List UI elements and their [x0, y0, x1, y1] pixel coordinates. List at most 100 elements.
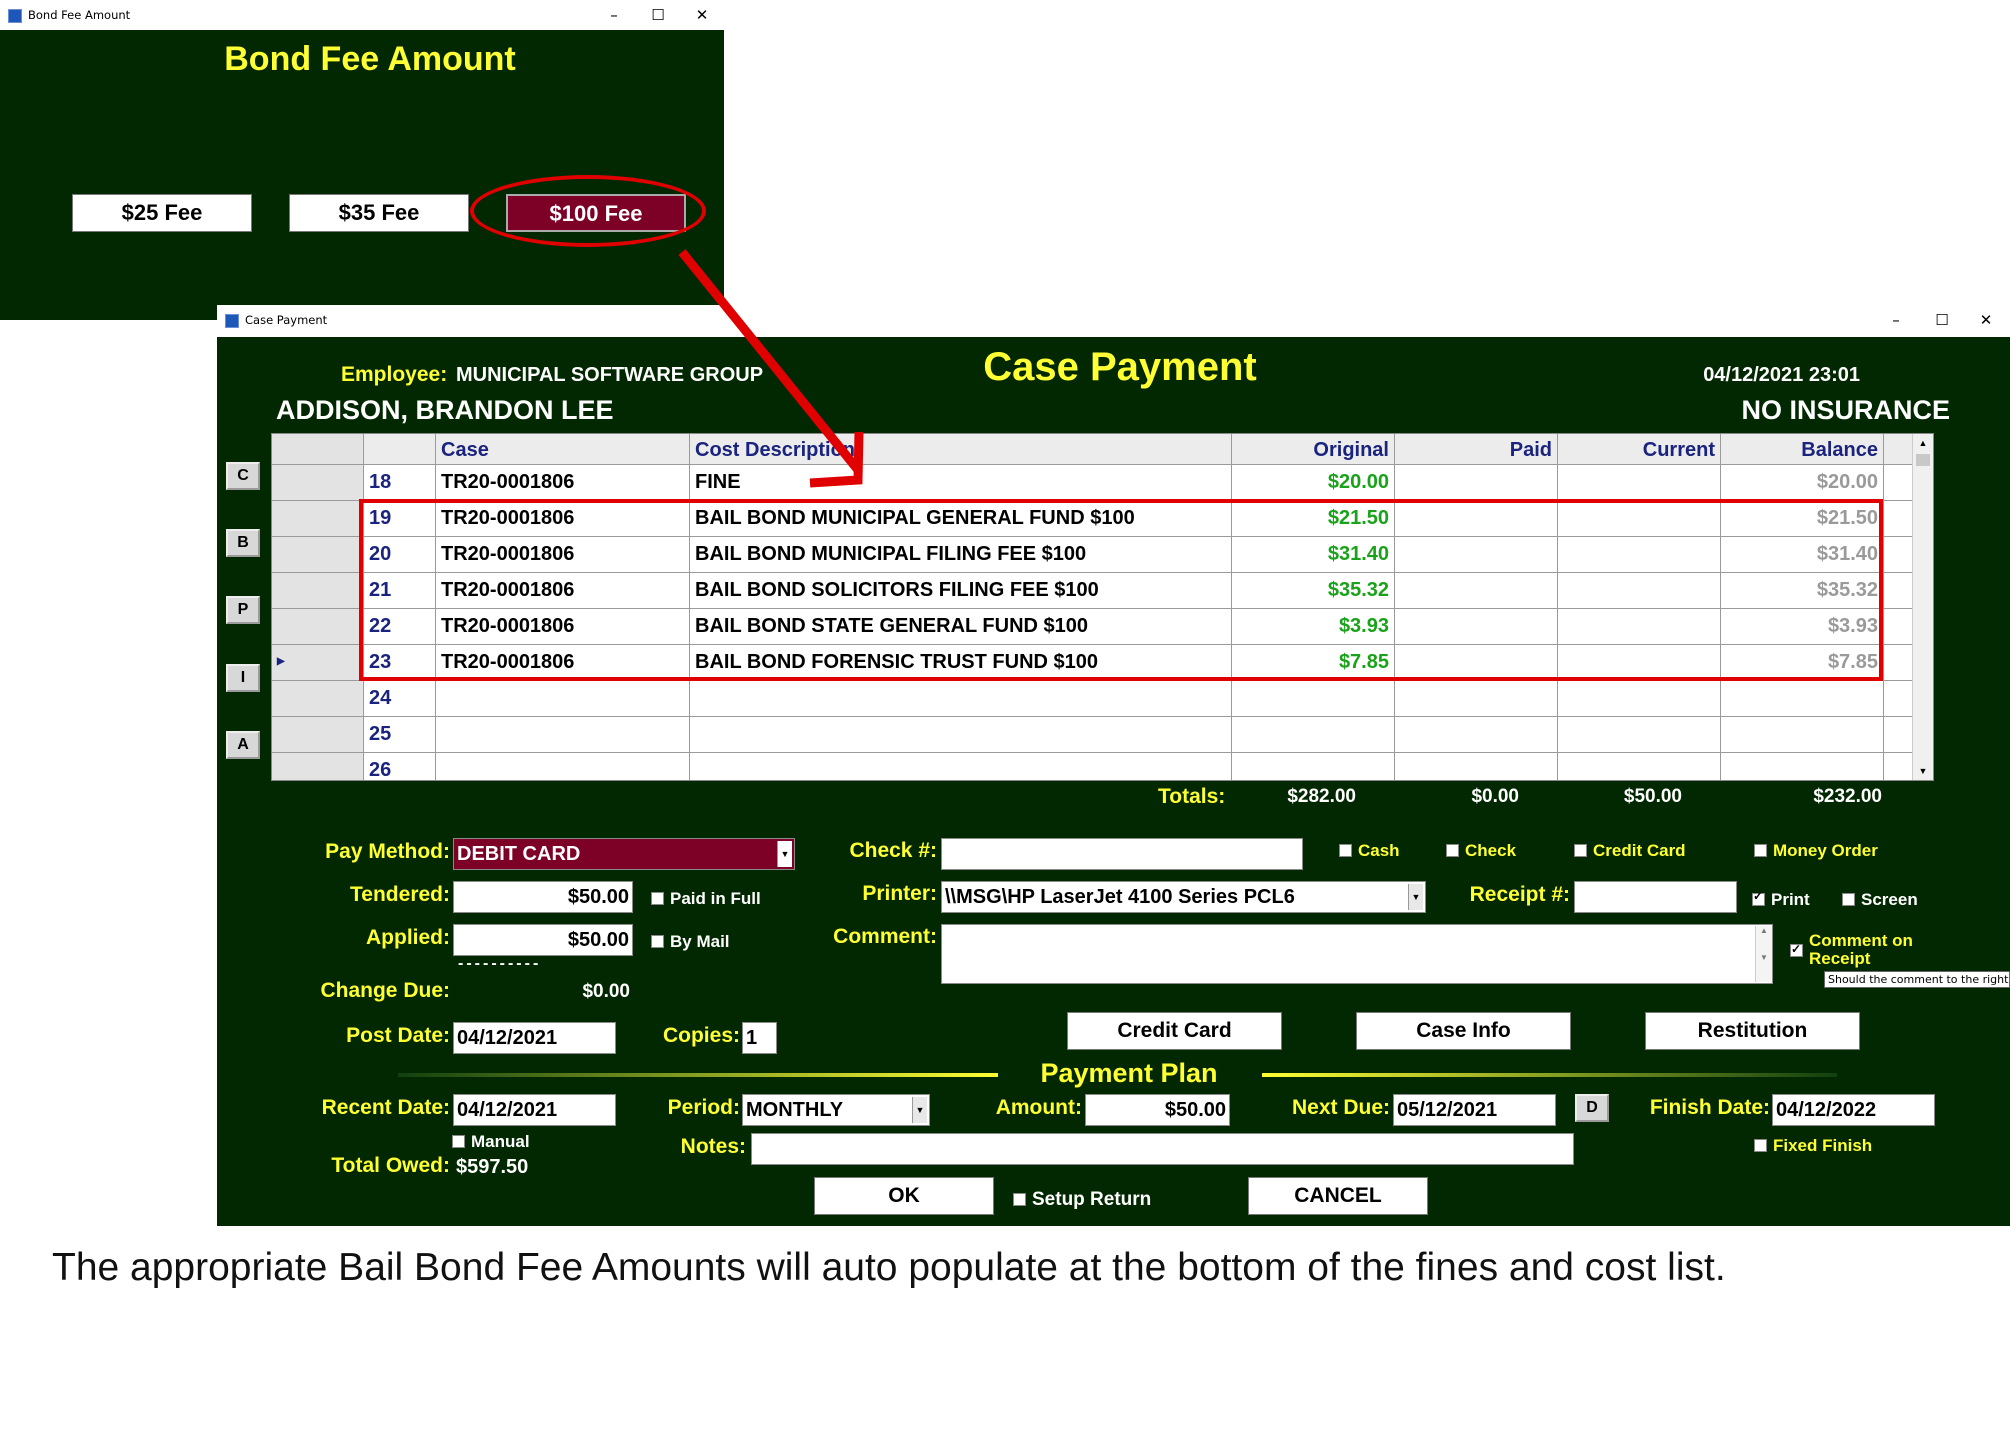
post-date-input[interactable]: 04/12/2021 — [453, 1022, 616, 1054]
original-header[interactable]: Original — [1232, 434, 1395, 464]
screen-checkbox[interactable]: Screen — [1842, 890, 1918, 910]
description-cell[interactable] — [690, 681, 1232, 716]
table-row[interactable]: 26 — [272, 753, 1912, 780]
current-cell[interactable] — [1558, 465, 1721, 500]
fee-35-button[interactable]: $35 Fee — [289, 194, 469, 232]
amount-input[interactable]: $50.00 — [1085, 1094, 1230, 1126]
checkbox-box[interactable] — [1446, 844, 1459, 857]
close-icon[interactable]: ✕ — [1964, 305, 2008, 335]
current-cell[interactable] — [1558, 717, 1721, 752]
comment-input[interactable] — [941, 924, 1773, 984]
case-header[interactable]: Case — [436, 434, 690, 464]
side-button-c[interactable]: C — [226, 462, 260, 490]
case-info-button[interactable]: Case Info — [1356, 1012, 1571, 1050]
row-number[interactable]: 25 — [364, 717, 436, 752]
comment-scrollbar[interactable]: ▲ ▼ — [1755, 926, 1772, 982]
checkbox-box[interactable] — [1754, 844, 1767, 857]
table-row[interactable]: 18 TR20-0001806 FINE $20.00 $20.00 — [272, 465, 1912, 501]
cancel-button[interactable]: CANCEL — [1248, 1177, 1428, 1215]
print-checkbox[interactable]: Print — [1752, 889, 1810, 910]
next-due-input[interactable]: 05/12/2021 — [1393, 1094, 1556, 1126]
checkbox-box[interactable] — [452, 1135, 465, 1148]
case-cell[interactable] — [436, 681, 690, 716]
paid-cell[interactable] — [1395, 681, 1558, 716]
fee-25-button[interactable]: $25 Fee — [72, 194, 252, 232]
table-row[interactable]: 24 — [272, 681, 1912, 717]
checkbox-box[interactable] — [651, 892, 664, 905]
row-selector[interactable] — [272, 681, 364, 716]
period-select[interactable]: MONTHLY ▼ — [742, 1094, 930, 1126]
maximize-icon[interactable]: ☐ — [1920, 305, 1964, 335]
description-cell[interactable] — [690, 753, 1232, 780]
checkbox-box[interactable] — [1013, 1193, 1026, 1206]
case-cell[interactable] — [436, 753, 690, 780]
credit-card-checkbox[interactable]: Credit Card — [1574, 841, 1686, 861]
balance-header[interactable]: Balance — [1721, 434, 1884, 464]
side-button-p[interactable]: P — [226, 596, 260, 624]
current-row-marker-icon[interactable]: ▶ — [272, 645, 364, 680]
description-cell[interactable] — [690, 717, 1232, 752]
d-button[interactable]: D — [1575, 1094, 1609, 1122]
table-row[interactable]: 25 — [272, 717, 1912, 753]
current-header[interactable]: Current — [1558, 434, 1721, 464]
maximize-icon[interactable]: ☐ — [636, 0, 680, 30]
row-selector[interactable] — [272, 717, 364, 752]
row-selector[interactable] — [272, 537, 364, 572]
checkbox-box[interactable] — [1790, 940, 1803, 958]
scroll-up-icon[interactable]: ▲ — [1913, 434, 1933, 452]
chevron-down-icon[interactable]: ▼ — [1408, 884, 1423, 910]
case-cell[interactable] — [436, 717, 690, 752]
recent-date-input[interactable]: 04/12/2021 — [453, 1094, 616, 1126]
checkbox-box[interactable] — [1754, 1139, 1767, 1152]
side-button-a[interactable]: A — [226, 731, 260, 759]
by-mail-checkbox[interactable]: By Mail — [651, 932, 730, 952]
comment-on-receipt-checkbox[interactable]: Comment onReceipt — [1790, 932, 1913, 968]
minimize-icon[interactable]: – — [592, 0, 636, 30]
check-number-input[interactable] — [941, 838, 1303, 870]
copies-input[interactable]: 1 — [742, 1022, 777, 1054]
balance-cell[interactable] — [1721, 753, 1884, 780]
checkbox-box[interactable] — [651, 935, 664, 948]
paid-cell[interactable] — [1395, 717, 1558, 752]
fixed-finish-checkbox[interactable]: Fixed Finish — [1754, 1136, 1872, 1156]
paid-cell[interactable] — [1395, 465, 1558, 500]
description-cell[interactable]: FINE — [690, 465, 1232, 500]
tendered-input[interactable]: $50.00 — [453, 881, 633, 913]
chevron-down-icon[interactable]: ▼ — [912, 1097, 927, 1123]
close-icon[interactable]: ✕ — [680, 0, 724, 30]
checkbox-box[interactable] — [1574, 844, 1587, 857]
applied-input[interactable]: $50.00 — [453, 924, 633, 956]
finish-date-input[interactable]: 04/12/2022 — [1772, 1094, 1935, 1126]
row-selector[interactable] — [272, 573, 364, 608]
row-number[interactable]: 26 — [364, 753, 436, 780]
row-selector[interactable] — [272, 465, 364, 500]
cash-checkbox[interactable]: Cash — [1339, 841, 1400, 861]
credit-card-button[interactable]: Credit Card — [1067, 1012, 1282, 1050]
balance-cell[interactable] — [1721, 681, 1884, 716]
side-button-i[interactable]: I — [226, 664, 260, 692]
cost-description-header[interactable]: Cost Description — [690, 434, 1232, 464]
original-cell[interactable] — [1232, 753, 1395, 780]
paid-header[interactable]: Paid — [1395, 434, 1558, 464]
row-number[interactable]: 18 — [364, 465, 436, 500]
grid-vertical-scrollbar[interactable]: ▲ ▼ — [1912, 434, 1933, 780]
checkbox-box[interactable] — [1842, 893, 1855, 906]
check-checkbox[interactable]: Check — [1446, 841, 1516, 861]
restitution-button[interactable]: Restitution — [1645, 1012, 1860, 1050]
chevron-down-icon[interactable]: ▼ — [777, 841, 792, 867]
manual-checkbox[interactable]: Manual — [452, 1132, 530, 1152]
receipt-number-input[interactable] — [1574, 881, 1737, 913]
checkbox-box[interactable] — [1752, 889, 1765, 906]
minimize-icon[interactable]: – — [1874, 305, 1918, 335]
original-cell[interactable] — [1232, 717, 1395, 752]
printer-select[interactable]: \\MSG\HP LaserJet 4100 Series PCL6 ▼ — [941, 881, 1426, 913]
current-cell[interactable] — [1558, 753, 1721, 780]
scroll-down-icon[interactable]: ▼ — [1913, 762, 1933, 780]
row-number[interactable]: 24 — [364, 681, 436, 716]
paid-cell[interactable] — [1395, 753, 1558, 780]
row-selector[interactable] — [272, 501, 364, 536]
row-selector[interactable] — [272, 609, 364, 644]
current-cell[interactable] — [1558, 681, 1721, 716]
checkbox-box[interactable] — [1339, 844, 1352, 857]
paid-in-full-checkbox[interactable]: Paid in Full — [651, 889, 761, 909]
